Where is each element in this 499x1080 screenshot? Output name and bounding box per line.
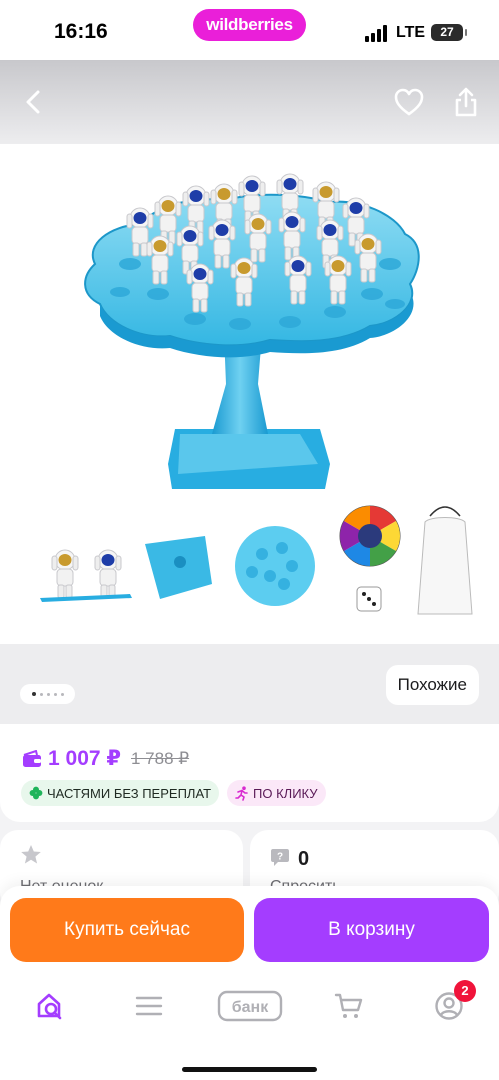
share-icon	[455, 87, 477, 117]
heart-icon	[394, 88, 424, 116]
installments-badge[interactable]: ЧАСТЯМИ БЕЗ ПЕРЕПЛАТ	[21, 780, 220, 806]
favorite-button[interactable]	[389, 82, 429, 122]
product-illustration	[40, 173, 473, 615]
bank-icon: банк	[217, 990, 283, 1022]
pagination-dot[interactable]	[53, 692, 57, 696]
current-price: 1 007 ₽	[48, 747, 121, 770]
pagination-dot[interactable]	[31, 692, 36, 696]
add-to-cart-button[interactable]: В корзину	[254, 898, 489, 962]
questions-count: 0	[298, 848, 310, 870]
network-type: LTE	[396, 24, 426, 41]
svg-text:?: ?	[277, 852, 283, 863]
wallet-icon	[23, 749, 41, 767]
one-click-badge[interactable]: ПО КЛИКУ	[227, 780, 326, 806]
product-image[interactable]	[0, 144, 499, 644]
image-pagination[interactable]	[20, 684, 75, 704]
chevron-left-icon	[26, 90, 40, 114]
installments-badge-label: ЧАСТЯМИ БЕЗ ПЕРЕПЛАТ	[47, 785, 212, 801]
pagination-dot[interactable]	[39, 692, 43, 696]
menu-icon	[135, 996, 163, 1016]
home-indicator	[182, 1067, 317, 1072]
bank-label: банк	[232, 999, 269, 1016]
question-bubble-icon: ?	[271, 849, 289, 866]
price-section: 1 007 ₽ 1 788 ₽ ЧАСТЯМИ БЕЗ ПЕРЕПЛАТ ПО …	[0, 724, 499, 822]
pagination-dot[interactable]	[60, 692, 64, 696]
status-time: 16:16	[54, 20, 108, 43]
price-row: 1 007 ₽ 1 788 ₽	[22, 746, 189, 771]
tab-profile[interactable]: 2	[424, 980, 476, 1026]
promo-badges: ЧАСТЯМИ БЕЗ ПЕРЕПЛАТ ПО КЛИКУ	[21, 780, 326, 806]
bottom-panel: Купить сейчас В корзину банк 2	[0, 886, 499, 1080]
old-price: 1 788 ₽	[131, 748, 190, 768]
back-button[interactable]	[14, 82, 54, 122]
signal-icon	[365, 24, 389, 42]
running-person-icon	[235, 785, 248, 801]
similar-button[interactable]: Похожие	[385, 665, 479, 705]
pagination-dot[interactable]	[46, 692, 50, 696]
star-icon	[21, 845, 41, 864]
status-bar: 16:16 wildberries LTE 27	[0, 0, 499, 60]
notification-badge: 2	[454, 980, 476, 1002]
tab-bank[interactable]: банк	[215, 986, 285, 1026]
tab-catalog[interactable]	[124, 986, 174, 1026]
cart-icon	[334, 993, 363, 1018]
clover-icon	[29, 786, 43, 800]
tab-home[interactable]	[25, 986, 75, 1026]
battery-icon: 27	[431, 24, 467, 41]
share-button[interactable]	[446, 82, 486, 122]
tab-cart[interactable]	[324, 986, 374, 1026]
buy-now-button[interactable]: Купить сейчас	[10, 898, 244, 962]
brand-pill[interactable]: wildberries	[193, 9, 306, 41]
tab-bar: банк 2	[0, 980, 499, 1036]
home-search-icon	[37, 993, 62, 1020]
product-gallery[interactable]: Похожие	[0, 60, 499, 724]
one-click-badge-label: ПО КЛИКУ	[253, 785, 318, 801]
